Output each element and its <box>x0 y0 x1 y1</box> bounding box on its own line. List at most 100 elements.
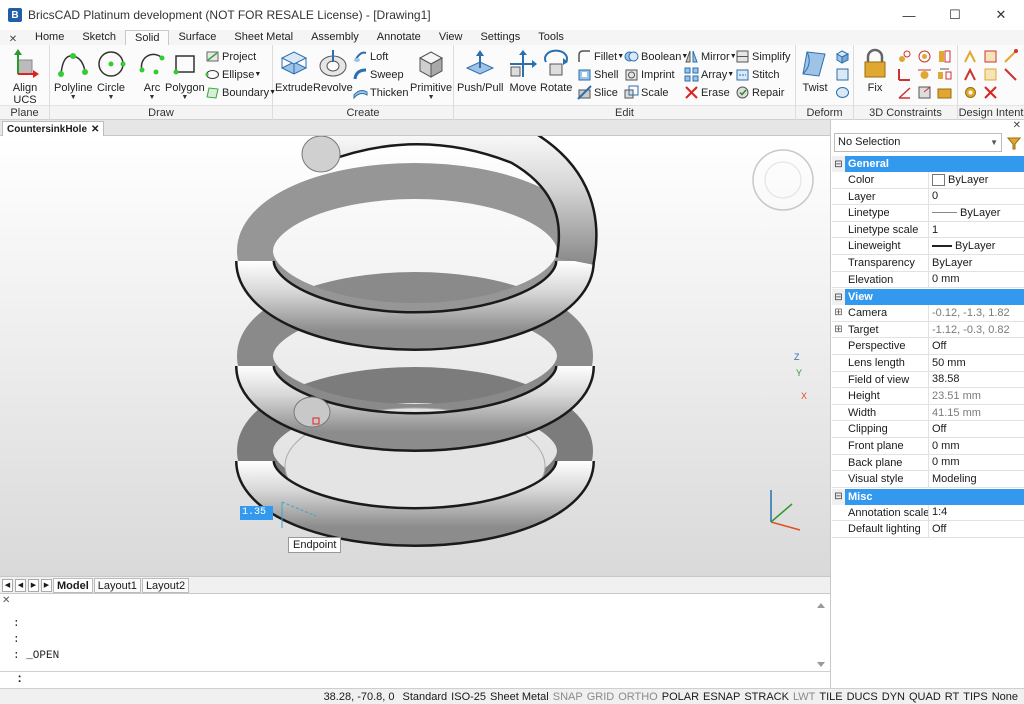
constraint-perpendicular-icon[interactable] <box>896 66 913 83</box>
property-row[interactable]: Default lighting Off <box>832 521 1024 538</box>
rotate-button[interactable]: Rotate <box>540 48 572 94</box>
constraint-distance-icon[interactable] <box>936 66 953 83</box>
property-row[interactable]: Front plane 0 mm <box>832 437 1024 455</box>
gear-icon[interactable] <box>962 84 979 101</box>
close-button[interactable]: ✕ <box>978 0 1024 30</box>
tab-annotate[interactable]: Annotate <box>368 30 430 45</box>
status-toggle-grid[interactable]: GRID <box>587 691 615 703</box>
status-toggle-rt[interactable]: RT <box>945 691 959 703</box>
status-toggle-ortho[interactable]: ORTHO <box>618 691 658 703</box>
property-row[interactable]: Lineweight ByLayer <box>832 238 1024 255</box>
property-value[interactable]: 23.51 mm <box>929 388 1024 404</box>
property-value[interactable]: Modeling <box>929 471 1024 487</box>
thicken-button[interactable]: Thicken <box>353 84 409 101</box>
status-toggle-ducs[interactable]: DUCS <box>847 691 878 703</box>
property-row[interactable]: Linetype scale 1 <box>832 221 1024 239</box>
property-value[interactable]: 0 mm <box>929 272 1024 288</box>
constraint-tangent-icon[interactable] <box>916 66 933 83</box>
mirror-button[interactable]: Mirror ▼ <box>684 48 737 65</box>
tab-home[interactable]: Home <box>26 30 73 45</box>
property-row[interactable]: Layer 0 <box>832 188 1024 206</box>
expand-icon[interactable]: ⊞ <box>832 322 845 338</box>
property-row[interactable]: Back plane 0 mm <box>832 454 1024 472</box>
constraint-angle-icon[interactable] <box>896 84 913 101</box>
category-misc[interactable]: ⊟ Misc <box>832 488 1024 505</box>
collapse-icon[interactable]: ⊟ <box>832 289 845 306</box>
ellipse-button[interactable]: Ellipse ▼ <box>205 66 261 83</box>
project-button[interactable]: Project <box>205 48 256 65</box>
expand-icon[interactable]: ⊞ <box>832 305 845 321</box>
constraint-parallel-icon[interactable] <box>936 48 953 65</box>
property-value[interactable]: ByLayer <box>929 255 1024 271</box>
status-toggle-sheet-metal[interactable]: Sheet Metal <box>490 691 549 703</box>
constraint-coincident-icon[interactable] <box>896 48 913 65</box>
deform-tool-icon[interactable] <box>834 84 851 101</box>
property-value[interactable]: 1 <box>929 222 1024 238</box>
selection-dropdown[interactable]: No Selection ▼ <box>834 133 1002 152</box>
property-value[interactable]: 38.58 <box>929 372 1024 388</box>
property-value[interactable]: 0 mm <box>929 455 1024 471</box>
property-row[interactable]: Transparency ByLayer <box>832 254 1024 272</box>
design-intent-icon[interactable] <box>1002 48 1019 65</box>
last-layout-icon[interactable]: ▶ <box>41 578 52 592</box>
close-icon[interactable]: ✕ <box>1013 120 1021 131</box>
first-layout-icon[interactable]: ◀ <box>2 578 13 592</box>
erase-button[interactable]: Erase <box>684 84 730 101</box>
slice-button[interactable]: Slice <box>577 84 618 101</box>
layout-tab-layout1[interactable]: Layout1 <box>93 577 141 593</box>
property-row[interactable]: Perspective Off <box>832 338 1024 355</box>
status-toggle-tile[interactable]: TILE <box>819 691 842 703</box>
status-toggle-strack[interactable]: STRACK <box>744 691 789 703</box>
property-value[interactable]: 0 <box>929 189 1024 205</box>
polygon-button[interactable]: Polygon ▼ <box>165 48 205 102</box>
collapse-icon[interactable]: ⊟ <box>832 488 845 505</box>
property-row[interactable]: Field of view 38.58 <box>832 371 1024 389</box>
primitive-button[interactable]: Primitive ▼ <box>410 48 452 102</box>
property-value[interactable]: -1.12, -0.3, 0.82 <box>929 322 1024 338</box>
constraint-rigid-icon[interactable] <box>936 84 953 101</box>
property-row[interactable]: Color ByLayer <box>832 172 1024 189</box>
status-toggle-iso-25[interactable]: ISO-25 <box>451 691 486 703</box>
status-toggle-quad[interactable]: QUAD <box>909 691 941 703</box>
twist-button[interactable]: Twist <box>799 48 831 94</box>
close-icon[interactable]: ✕ <box>91 123 99 136</box>
tab-assembly[interactable]: Assembly <box>302 30 368 45</box>
property-value[interactable]: Off <box>929 521 1024 537</box>
status-toggle-polar[interactable]: POLAR <box>662 691 699 703</box>
status-toggle-esnap[interactable]: ESNAP <box>703 691 740 703</box>
scrollbar[interactable] <box>816 602 826 668</box>
maximize-button[interactable]: ☐ <box>932 0 978 30</box>
fillet-button[interactable]: Fillet ▼ <box>577 48 624 65</box>
property-value[interactable]: ByLayer <box>929 238 1024 254</box>
status-toggle-none[interactable]: None <box>992 691 1018 703</box>
deform-tool-icon[interactable] <box>834 48 851 65</box>
design-intent-icon[interactable] <box>962 66 979 83</box>
design-intent-icon[interactable] <box>982 48 999 65</box>
property-row[interactable]: Linetype ByLayer <box>832 205 1024 222</box>
status-toggle-standard[interactable]: Standard <box>403 691 448 703</box>
constraint-concentric-icon[interactable] <box>916 48 933 65</box>
property-value[interactable]: -0.12, -1.3, 1.82 <box>929 305 1024 321</box>
property-row[interactable]: Annotation scale 1:4 <box>832 504 1024 522</box>
layout-tab-model[interactable]: Model <box>53 577 93 593</box>
property-row[interactable]: Elevation 0 mm <box>832 271 1024 289</box>
boundary-button[interactable]: Boundary ▼ <box>205 84 276 101</box>
status-toggle-snap[interactable]: SNAP <box>553 691 583 703</box>
property-value[interactable]: ByLayer <box>929 205 1024 221</box>
close-icon[interactable] <box>982 84 999 101</box>
status-toggle-tips[interactable]: TIPS <box>963 691 987 703</box>
constraint-radius-icon[interactable] <box>916 84 933 101</box>
property-row[interactable]: Clipping Off <box>832 421 1024 438</box>
property-value[interactable]: 50 mm <box>929 355 1024 371</box>
boolean-button[interactable]: Boolean ▼ <box>624 48 688 65</box>
tab-sheet-metal[interactable]: Sheet Metal <box>225 30 302 45</box>
property-value[interactable]: ByLayer <box>929 172 1024 188</box>
revolve-button[interactable]: Revolve <box>313 48 353 94</box>
property-value[interactable]: 0 mm <box>929 438 1024 454</box>
sweep-button[interactable]: Sweep <box>353 66 404 83</box>
extrude-button[interactable]: Extrude <box>275 48 313 94</box>
circle-button[interactable]: Circle ▼ <box>95 48 127 102</box>
stitch-button[interactable]: Stitch <box>735 66 780 83</box>
arc-button[interactable]: Arc ▼ <box>136 48 168 102</box>
property-row[interactable]: Height 23.51 mm <box>832 388 1024 405</box>
